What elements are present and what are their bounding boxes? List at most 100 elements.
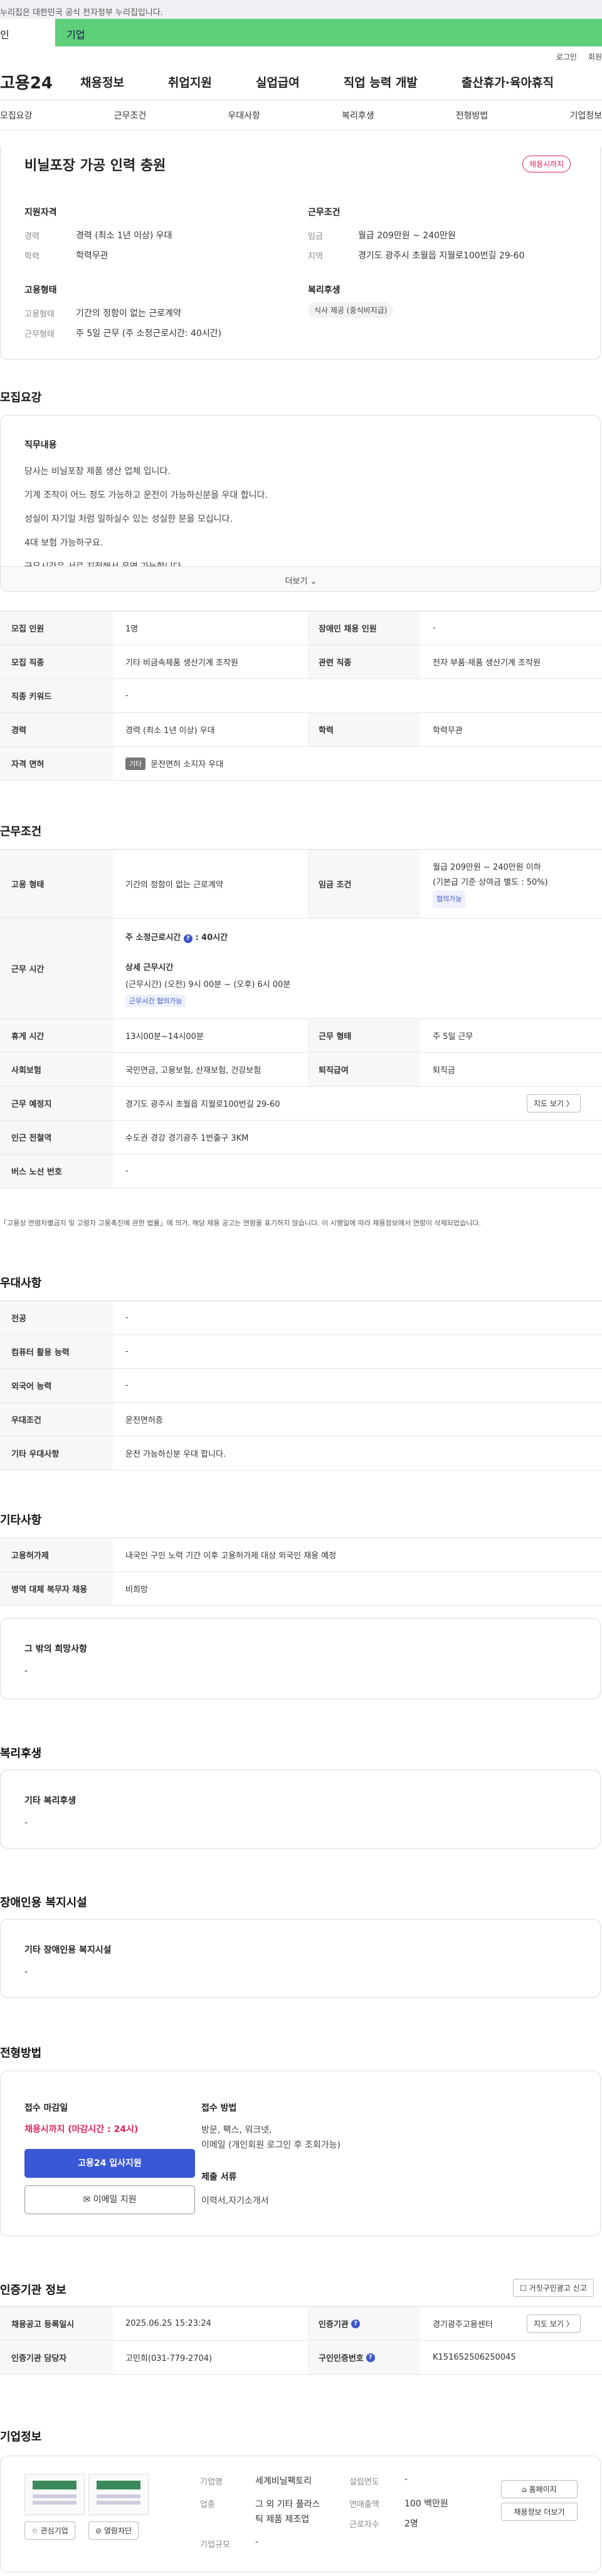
- snb-conditions[interactable]: 근무조건: [114, 109, 147, 122]
- email-apply-button[interactable]: ✉ 이메일 지원: [24, 2185, 195, 2214]
- homepage-button-label: 홈페이지: [529, 2485, 557, 2494]
- th-headcount: 모집 인원: [0, 611, 113, 645]
- tab-company[interactable]: 기업: [55, 19, 602, 46]
- td-cert-number: K151652506250045: [433, 2353, 516, 2362]
- th-license: 자격 면허: [0, 747, 113, 780]
- td-major: -: [125, 1313, 129, 1322]
- wage-label: 임금: [308, 232, 323, 241]
- job-content-line: 당사는 비닐포장 제품 생산 업체 입니다.: [24, 467, 171, 477]
- table-row: 휴게 시간 13시00분~14시00분 근무 형태 주 5일 근무: [0, 1019, 602, 1053]
- table-row: 자격 면허 기타 운전면허 소지자 우대: [0, 747, 602, 781]
- career-label: 경력: [24, 232, 40, 241]
- th-language: 외국어 능력: [0, 1369, 113, 1402]
- industry-label: 업종: [200, 2500, 215, 2510]
- block-view-button[interactable]: ⊘ 열람차단: [88, 2521, 139, 2540]
- more-jobs-button[interactable]: 채용정보 더보기: [501, 2503, 578, 2521]
- table-row: 인근 전철역 수도권 경강 경기광주 1번출구 3KM: [0, 1121, 602, 1154]
- interest-company-button[interactable]: ☆ 관심기업: [24, 2521, 75, 2540]
- company-card: ☆ 관심기업 ⊘ 열람차단 기업명 세계비닐팩토리 업종 그 외 기타 플라스 …: [0, 2456, 601, 2572]
- th-computer: 컴퓨터 활용 능력: [0, 1335, 113, 1368]
- more-button[interactable]: 더보기 ⌄: [1, 566, 600, 591]
- signup-link[interactable]: 회원: [588, 53, 602, 61]
- gnb-item-parental-leave[interactable]: 출산휴가·육아휴직: [462, 73, 554, 90]
- td-manager: 고민희(031-779-2704): [125, 2354, 213, 2363]
- table-row: 채용공고 등록일시 2025.06.25 15:23:24 인증기관 ? 경기광…: [0, 2307, 602, 2341]
- info-icon[interactable]: ?: [183, 934, 193, 943]
- gnb-item-jobs[interactable]: 채용정보: [80, 73, 124, 90]
- report-button-label: 거짓구인광고 신고: [529, 2284, 587, 2293]
- table-row: 병역 대체 복무자 채용 비희망: [0, 1572, 602, 1606]
- company-name-value: 세계비닐팩토리: [255, 2476, 312, 2486]
- td-insurance: 국민연금, 고용보험, 산재보험, 건강보험: [125, 1066, 261, 1075]
- gnb-item-employment-support[interactable]: 취업지원: [168, 73, 212, 90]
- weekly-hours-value: : 40시간: [195, 932, 228, 942]
- th-work-hours: 근무 시간: [0, 919, 113, 1018]
- method-title: 접수 방법: [201, 2103, 237, 2113]
- th-reg-date: 채용공고 등록일시: [0, 2307, 113, 2340]
- snb-recruit[interactable]: 모집요강: [0, 109, 33, 122]
- age-footnote-text: 「고용상 연령차별금지 및 고령자 고용촉진에 관한 법률」에 의거, 해당 채…: [0, 1219, 481, 1227]
- region-label: 지역: [308, 252, 323, 261]
- td-work-permit: 내국인 구인 노력 기간 이후 고용허가제 대상 외국인 채용 예정: [125, 1551, 337, 1561]
- more-label: 더보기: [285, 577, 308, 586]
- worktype-label: 근무형태: [24, 330, 55, 339]
- disability-section-title: 장애인용 복지시설: [0, 1896, 87, 1909]
- job-content-line: 성실이 자기일 처럼 일하실수 있는 성실한 분을 모십니다.: [24, 514, 233, 524]
- table-row: 경력 경력 (최소 1년 이상) 우대 학력 학력무관: [0, 713, 602, 747]
- th-station: 인근 전철역: [0, 1121, 113, 1154]
- other-wishes-title: 그 밖의 희망사항: [24, 1644, 87, 1654]
- info-icon[interactable]: ?: [366, 2353, 375, 2362]
- wage-range: 월급 209만원 ~ 240만원 이하: [433, 862, 541, 872]
- industry-line: 그 외 기타 플라스: [255, 2499, 320, 2510]
- cert-number-label: 구인인증번호: [319, 2354, 364, 2363]
- section-nav: 모집요강 근무조건 우대사항 복리후생 전형방법 기업정보: [0, 100, 602, 130]
- emptype-value: 기간의 정함이 없는 근로계약: [76, 309, 181, 319]
- td-wage: 월급 209만원 ~ 240만원 이하 (기본급 기준 상여금 별도 : 50%…: [420, 850, 602, 918]
- report-fake-ad-button[interactable]: ☐ 거짓구인광고 신고: [513, 2279, 594, 2297]
- table-row: 모집 인원 1명 장애인 채용 인원 -: [0, 611, 602, 645]
- info-icon[interactable]: ?: [351, 2319, 360, 2328]
- weekly-hours-label: 주 소정근로시간: [125, 932, 181, 942]
- preferences-table: 전공 - 컴퓨터 활용 능력 - 외국어 능력 - 우대조건 운전면허증 기타 …: [0, 1301, 602, 1470]
- preferences-section-title: 우대사항: [0, 1277, 42, 1290]
- td-disabled-headcount: -: [433, 623, 436, 633]
- table-row: 근무 예정지 경기도 광주시 초월읍 지월로100번길 29-60 지도 보기 …: [0, 1087, 602, 1121]
- td-job-type: 기타 비금속제품 생산기계 조작원: [125, 658, 238, 668]
- login-link[interactable]: 로그인: [556, 53, 577, 61]
- snb-preferences[interactable]: 우대사항: [228, 109, 260, 122]
- founded-label: 설립연도: [349, 2478, 379, 2487]
- apply-button[interactable]: 고용24 입사지원: [24, 2149, 195, 2178]
- welfare-box-value: -: [24, 1818, 28, 1828]
- table-row: 직종 키워드 -: [0, 679, 602, 713]
- th-rest: 휴게 시간: [0, 1019, 113, 1052]
- global-nav: 고용24 채용정보 취업지원 실업급여 직업 능력 개발 출산휴가·육아휴직: [0, 64, 602, 100]
- method-line: 이메일 (개인회원 로그인 후 조회가능): [201, 2140, 341, 2150]
- conditions-section-title: 근무조건: [0, 825, 42, 838]
- apply-button-label: 고용24 입사지원: [78, 2158, 142, 2168]
- agency-map-button[interactable]: 지도 보기 〉: [527, 2315, 581, 2333]
- home-icon: ⌂: [522, 2485, 527, 2494]
- method-value: 방문, 팩스, 워크넷, 이메일 (개인회원 로그인 후 조회가능): [201, 2123, 341, 2153]
- detail-hours-title: 상세 근무시간: [125, 963, 174, 973]
- agency-label: 인증기관: [319, 2320, 349, 2330]
- snb-selection[interactable]: 전형방법: [456, 109, 488, 122]
- td-employment-type: 기간의 정함이 없는 근로계약: [125, 880, 223, 890]
- table-row: 전공 -: [0, 1301, 602, 1335]
- td-headcount: 1명: [125, 625, 139, 634]
- td-military: 비희망: [125, 1585, 148, 1595]
- region-value: 경기도 광주시 초월읍 지월로100번길 29-60: [358, 251, 525, 261]
- site-logo[interactable]: 고용24: [0, 70, 80, 93]
- th-manager: 인증기관 담당자: [0, 2341, 113, 2374]
- map-button[interactable]: 지도 보기 〉: [527, 1094, 581, 1112]
- gnb-item-training[interactable]: 직업 능력 개발: [344, 73, 418, 90]
- selection-card: 접수 마감일 채용시까지 (마감시간 : 24시) 고용24 입사지원 ✉ 이메…: [0, 2071, 601, 2236]
- deadline-title: 접수 마감일: [24, 2103, 68, 2113]
- snb-welfare[interactable]: 복리후생: [342, 109, 374, 122]
- td-severance: 퇴직금: [433, 1066, 455, 1075]
- homepage-button[interactable]: ⌂ 홈페이지: [501, 2480, 578, 2498]
- license-category-chip: 기타: [125, 757, 146, 770]
- emptype-label: 고용형태: [24, 310, 55, 319]
- snb-company[interactable]: 기업정보: [569, 109, 602, 122]
- tab-personal[interactable]: 인: [0, 19, 55, 46]
- gnb-item-unemployment-benefit[interactable]: 실업급여: [256, 73, 300, 90]
